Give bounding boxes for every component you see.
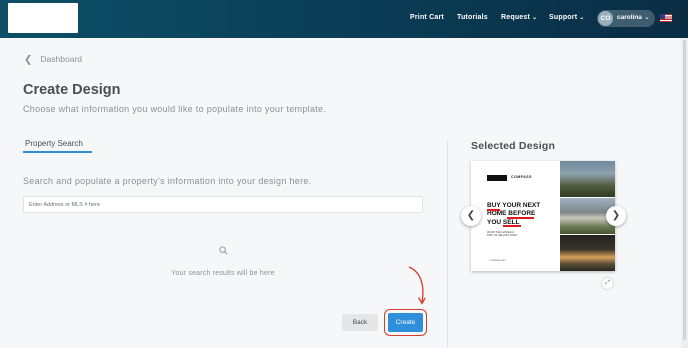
chevron-down-icon: ⌄ xyxy=(579,15,585,21)
chevron-left-icon: ❮ xyxy=(466,210,476,221)
template-underline xyxy=(487,209,500,211)
design-preview[interactable]: COMPASS BUY YOUR NEXT HOME BEFORE YOU SE… xyxy=(471,161,615,271)
scrollbar-thumb[interactable] xyxy=(683,40,686,340)
chevron-left-icon: ❮ xyxy=(24,54,33,66)
search-icon xyxy=(219,246,228,255)
page-title: Create Design xyxy=(23,82,121,98)
chevron-right-icon: ❯ xyxy=(611,210,621,221)
search-hint: Search and populate a property's informa… xyxy=(23,176,312,186)
template-footer: → compass.com xyxy=(487,259,506,262)
nav-support[interactable]: Support ⌄ xyxy=(549,14,584,21)
back-button[interactable]: Back xyxy=(342,314,378,331)
breadcrumb-label: Dashboard xyxy=(40,54,82,64)
avatar: CO xyxy=(598,11,613,26)
selected-design-title: Selected Design xyxy=(471,140,556,152)
us-flag-icon[interactable] xyxy=(660,14,672,22)
chevron-down-icon: ⌄ xyxy=(532,15,538,21)
template-underline xyxy=(503,225,521,227)
nav-print-cart[interactable]: Print Cart xyxy=(410,14,444,21)
template-underline xyxy=(507,217,534,219)
user-menu[interactable]: CO carolina ⌄ xyxy=(597,10,655,27)
nav-support-label: Support xyxy=(549,14,578,21)
template-photo xyxy=(560,161,615,197)
chevron-down-icon: ⌄ xyxy=(644,14,650,21)
carousel-next-button[interactable]: ❯ xyxy=(606,206,626,226)
search-input[interactable] xyxy=(23,196,423,213)
template-logo-mark xyxy=(487,175,507,181)
create-button[interactable]: Create xyxy=(388,313,423,332)
annotation-arrow xyxy=(408,266,426,305)
nav-request[interactable]: Request ⌄ xyxy=(501,14,537,21)
expand-icon[interactable]: ⤢ xyxy=(602,278,613,289)
template-photo xyxy=(560,235,615,271)
carousel-prev-button[interactable]: ❮ xyxy=(461,206,481,226)
top-nav-bar: Print Cart Tutorials Request ⌄ Support ⌄ C… xyxy=(0,0,688,38)
nav-request-label: Request xyxy=(501,14,531,21)
user-name: carolina xyxy=(617,14,642,21)
breadcrumb[interactable]: ❮ Dashboard xyxy=(24,54,82,66)
template-subtext: AVOID THE HASSLE & RISK OF SELLING FIRST xyxy=(487,231,518,238)
page-subtitle: Choose what information you would like t… xyxy=(23,104,327,114)
search-results-empty: Your search results will be here xyxy=(171,270,275,277)
tab-property-search[interactable]: Property Search xyxy=(23,139,92,153)
template-brand: COMPASS xyxy=(511,175,532,179)
brand-logo[interactable] xyxy=(8,3,78,33)
panel-divider xyxy=(447,140,448,348)
template-headline: BUY YOUR NEXT HOME BEFORE YOU SELL xyxy=(487,202,541,226)
nav-tutorials[interactable]: Tutorials xyxy=(457,14,488,21)
